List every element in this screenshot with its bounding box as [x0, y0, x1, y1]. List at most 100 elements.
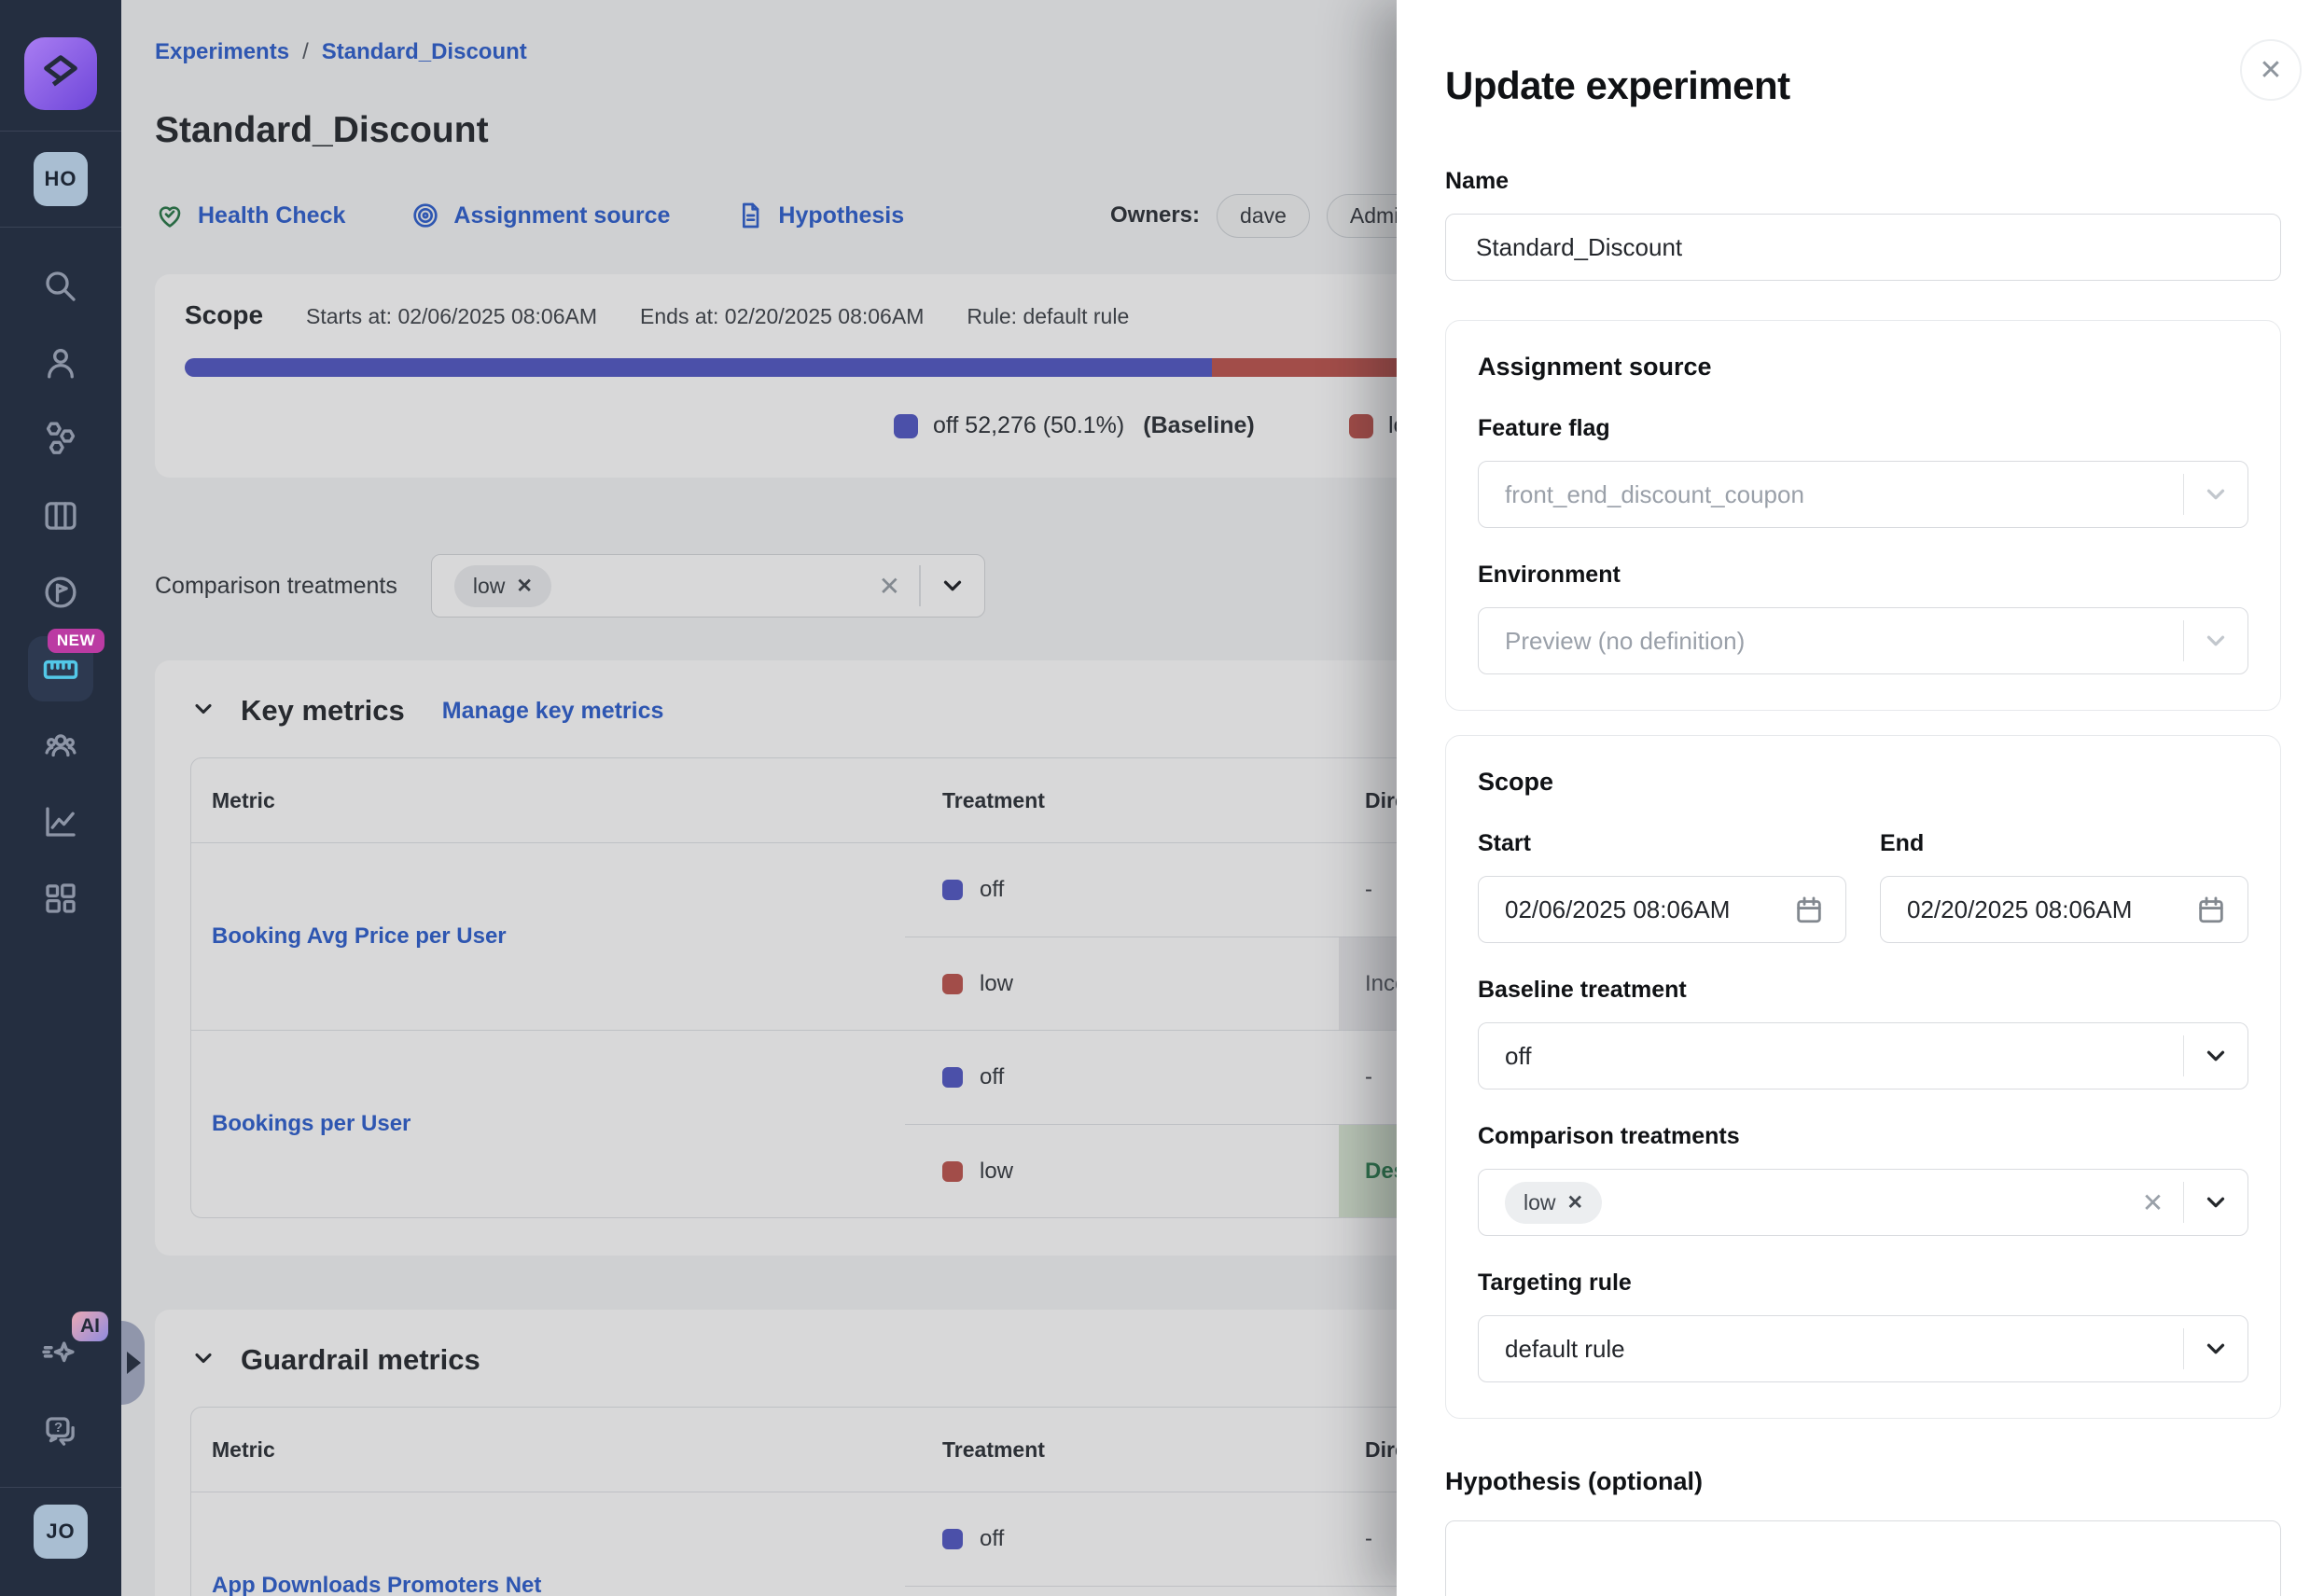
- app-logo[interactable]: [24, 37, 97, 110]
- sidebar-divider: [0, 131, 121, 132]
- app-root: HO NEW: [0, 0, 2324, 1596]
- health-check-icon: [155, 201, 185, 230]
- sidebar-item-layers[interactable]: [28, 483, 93, 548]
- targeting-rule-label: Targeting rule: [1478, 1270, 2248, 1297]
- treatment-swatch-off: [942, 1529, 963, 1549]
- baseline-treatment-label: Baseline treatment: [1478, 977, 2248, 1004]
- user-icon: [41, 343, 80, 382]
- chevron-down-icon: [2184, 627, 2247, 655]
- metric-link[interactable]: Booking Avg Price per User: [191, 843, 905, 1030]
- close-button[interactable]: ✕: [2240, 39, 2302, 101]
- treatment-chip-low[interactable]: low ✕: [1505, 1182, 1602, 1224]
- assignment-source-link[interactable]: Assignment source: [411, 201, 670, 230]
- feature-flag-select[interactable]: front_end_discount_coupon: [1478, 461, 2248, 528]
- hexagons-icon: [41, 420, 80, 459]
- targeting-rule-group: Targeting rule default rule: [1478, 1270, 2248, 1382]
- sidebar-item-ai-assistant[interactable]: AI: [28, 1323, 93, 1388]
- ai-badge: AI: [72, 1311, 108, 1341]
- chevron-down-icon[interactable]: [2184, 1188, 2247, 1216]
- treatment-name: low: [980, 971, 1013, 997]
- legend-off-label: off 52,276 (50.1%): [933, 412, 1124, 439]
- sidebar-item-metrics[interactable]: [28, 789, 93, 854]
- treatment-cell: off: [905, 843, 1339, 937]
- end-date-value: 02/20/2025 08:06AM: [1907, 895, 2132, 924]
- end-label: End: [1880, 830, 2248, 857]
- treatment-cell: off: [905, 1031, 1339, 1124]
- allocation-segment-off: [185, 358, 1212, 377]
- columns-icon: [41, 496, 80, 535]
- targeting-rule-select[interactable]: default rule: [1478, 1315, 2248, 1382]
- chat-question-icon: ?: [41, 1412, 80, 1451]
- hypothesis-link[interactable]: Hypothesis: [735, 201, 904, 230]
- chevron-down-icon[interactable]: [2184, 1335, 2247, 1363]
- clear-icon[interactable]: ✕: [2123, 1187, 2183, 1218]
- assignment-source-title: Assignment source: [1478, 353, 2248, 382]
- select-controls: [2183, 608, 2248, 673]
- feature-flag-label: Feature flag: [1478, 415, 2248, 442]
- update-experiment-drawer: ✕ Update experiment Name Standard_Discou…: [1397, 0, 2324, 1596]
- health-check-link[interactable]: Health Check: [155, 201, 345, 230]
- chevron-down-icon[interactable]: [921, 572, 984, 600]
- calendar-icon[interactable]: [1793, 894, 1825, 925]
- comparison-treatments-select[interactable]: low ✕ ✕: [431, 554, 985, 618]
- svg-text:?: ?: [54, 1421, 63, 1436]
- sidebar-item-experiments-active[interactable]: NEW: [28, 636, 93, 701]
- treatment-cell: [905, 1586, 1339, 1596]
- comparison-treatments-select[interactable]: low ✕ ✕: [1478, 1169, 2248, 1236]
- sidebar-item-dashboards[interactable]: [28, 866, 93, 931]
- feature-flag-value: front_end_discount_coupon: [1505, 480, 1804, 509]
- select-controls: [2183, 1023, 2248, 1089]
- hypothesis-textarea[interactable]: [1445, 1520, 2281, 1596]
- sidebar-item-audiences[interactable]: [28, 713, 93, 778]
- calendar-icon[interactable]: [2195, 894, 2227, 925]
- end-date-input[interactable]: 02/20/2025 08:06AM: [1880, 876, 2248, 943]
- select-controls: [2183, 462, 2248, 527]
- start-date-input[interactable]: 02/06/2025 08:06AM: [1478, 876, 1846, 943]
- chip-remove-icon[interactable]: ✕: [516, 575, 533, 598]
- treatment-cell: low: [905, 1124, 1339, 1217]
- col-metric: Metric: [191, 1437, 905, 1463]
- sidebar-item-search[interactable]: [28, 254, 93, 319]
- org-avatar[interactable]: HO: [34, 152, 88, 206]
- baseline-treatment-select[interactable]: off: [1478, 1022, 2248, 1089]
- user-avatar[interactable]: JO: [34, 1505, 88, 1559]
- metric-link[interactable]: Bookings per User: [191, 1031, 905, 1217]
- legend-baseline-label: (Baseline): [1143, 412, 1254, 439]
- sidebar-item-gates[interactable]: [28, 407, 93, 472]
- treatment-swatch-low: [942, 974, 963, 994]
- scope-summary-title: Scope: [185, 300, 263, 330]
- collapse-chevron-icon[interactable]: [190, 1345, 216, 1376]
- start-group: Start 02/06/2025 08:06AM: [1478, 830, 1846, 943]
- clear-icon[interactable]: ✕: [859, 571, 919, 602]
- treatment-chip-low[interactable]: low ✕: [454, 565, 551, 607]
- baseline-treatment-value: off: [1505, 1042, 1531, 1071]
- breadcrumb-current[interactable]: Standard_Discount: [322, 39, 527, 65]
- environment-select[interactable]: Preview (no definition): [1478, 607, 2248, 674]
- new-badge: NEW: [48, 629, 104, 653]
- sidebar-item-help[interactable]: ?: [28, 1399, 93, 1464]
- chip-remove-icon[interactable]: ✕: [1567, 1191, 1584, 1214]
- scope-ends-at: Ends at: 02/20/2025 08:06AM: [640, 304, 924, 329]
- select-controls: ✕: [859, 555, 984, 617]
- sidebar: HO NEW: [0, 0, 121, 1596]
- sidebar-item-users[interactable]: [28, 330, 93, 396]
- metric-link[interactable]: App Downloads Promoters Net: [191, 1492, 905, 1596]
- collapse-chevron-icon[interactable]: [190, 696, 216, 727]
- breadcrumb-experiments[interactable]: Experiments: [155, 39, 289, 65]
- treatment-chip-label: low: [1524, 1190, 1556, 1215]
- hypothesis-label: Hypothesis: [778, 202, 904, 229]
- sidebar-expand-handle[interactable]: [121, 1321, 145, 1405]
- owner-pill-dave[interactable]: dave: [1217, 194, 1310, 238]
- chevron-down-icon[interactable]: [2184, 1042, 2247, 1070]
- select-controls: ✕: [2123, 1170, 2248, 1235]
- name-input[interactable]: Standard_Discount: [1445, 214, 2281, 281]
- targeting-rule-value: default rule: [1505, 1335, 1625, 1364]
- health-check-label: Health Check: [198, 202, 345, 229]
- sidebar-bottom: AI ? JO: [0, 1317, 121, 1596]
- treatment-cell: low: [905, 937, 1339, 1030]
- treatment-cell: off: [905, 1492, 1339, 1586]
- environment-label: Environment: [1478, 562, 2248, 589]
- manage-key-metrics-link[interactable]: Manage key metrics: [442, 698, 664, 725]
- document-icon: [735, 201, 765, 230]
- sidebar-item-dynamic-config[interactable]: [28, 560, 93, 625]
